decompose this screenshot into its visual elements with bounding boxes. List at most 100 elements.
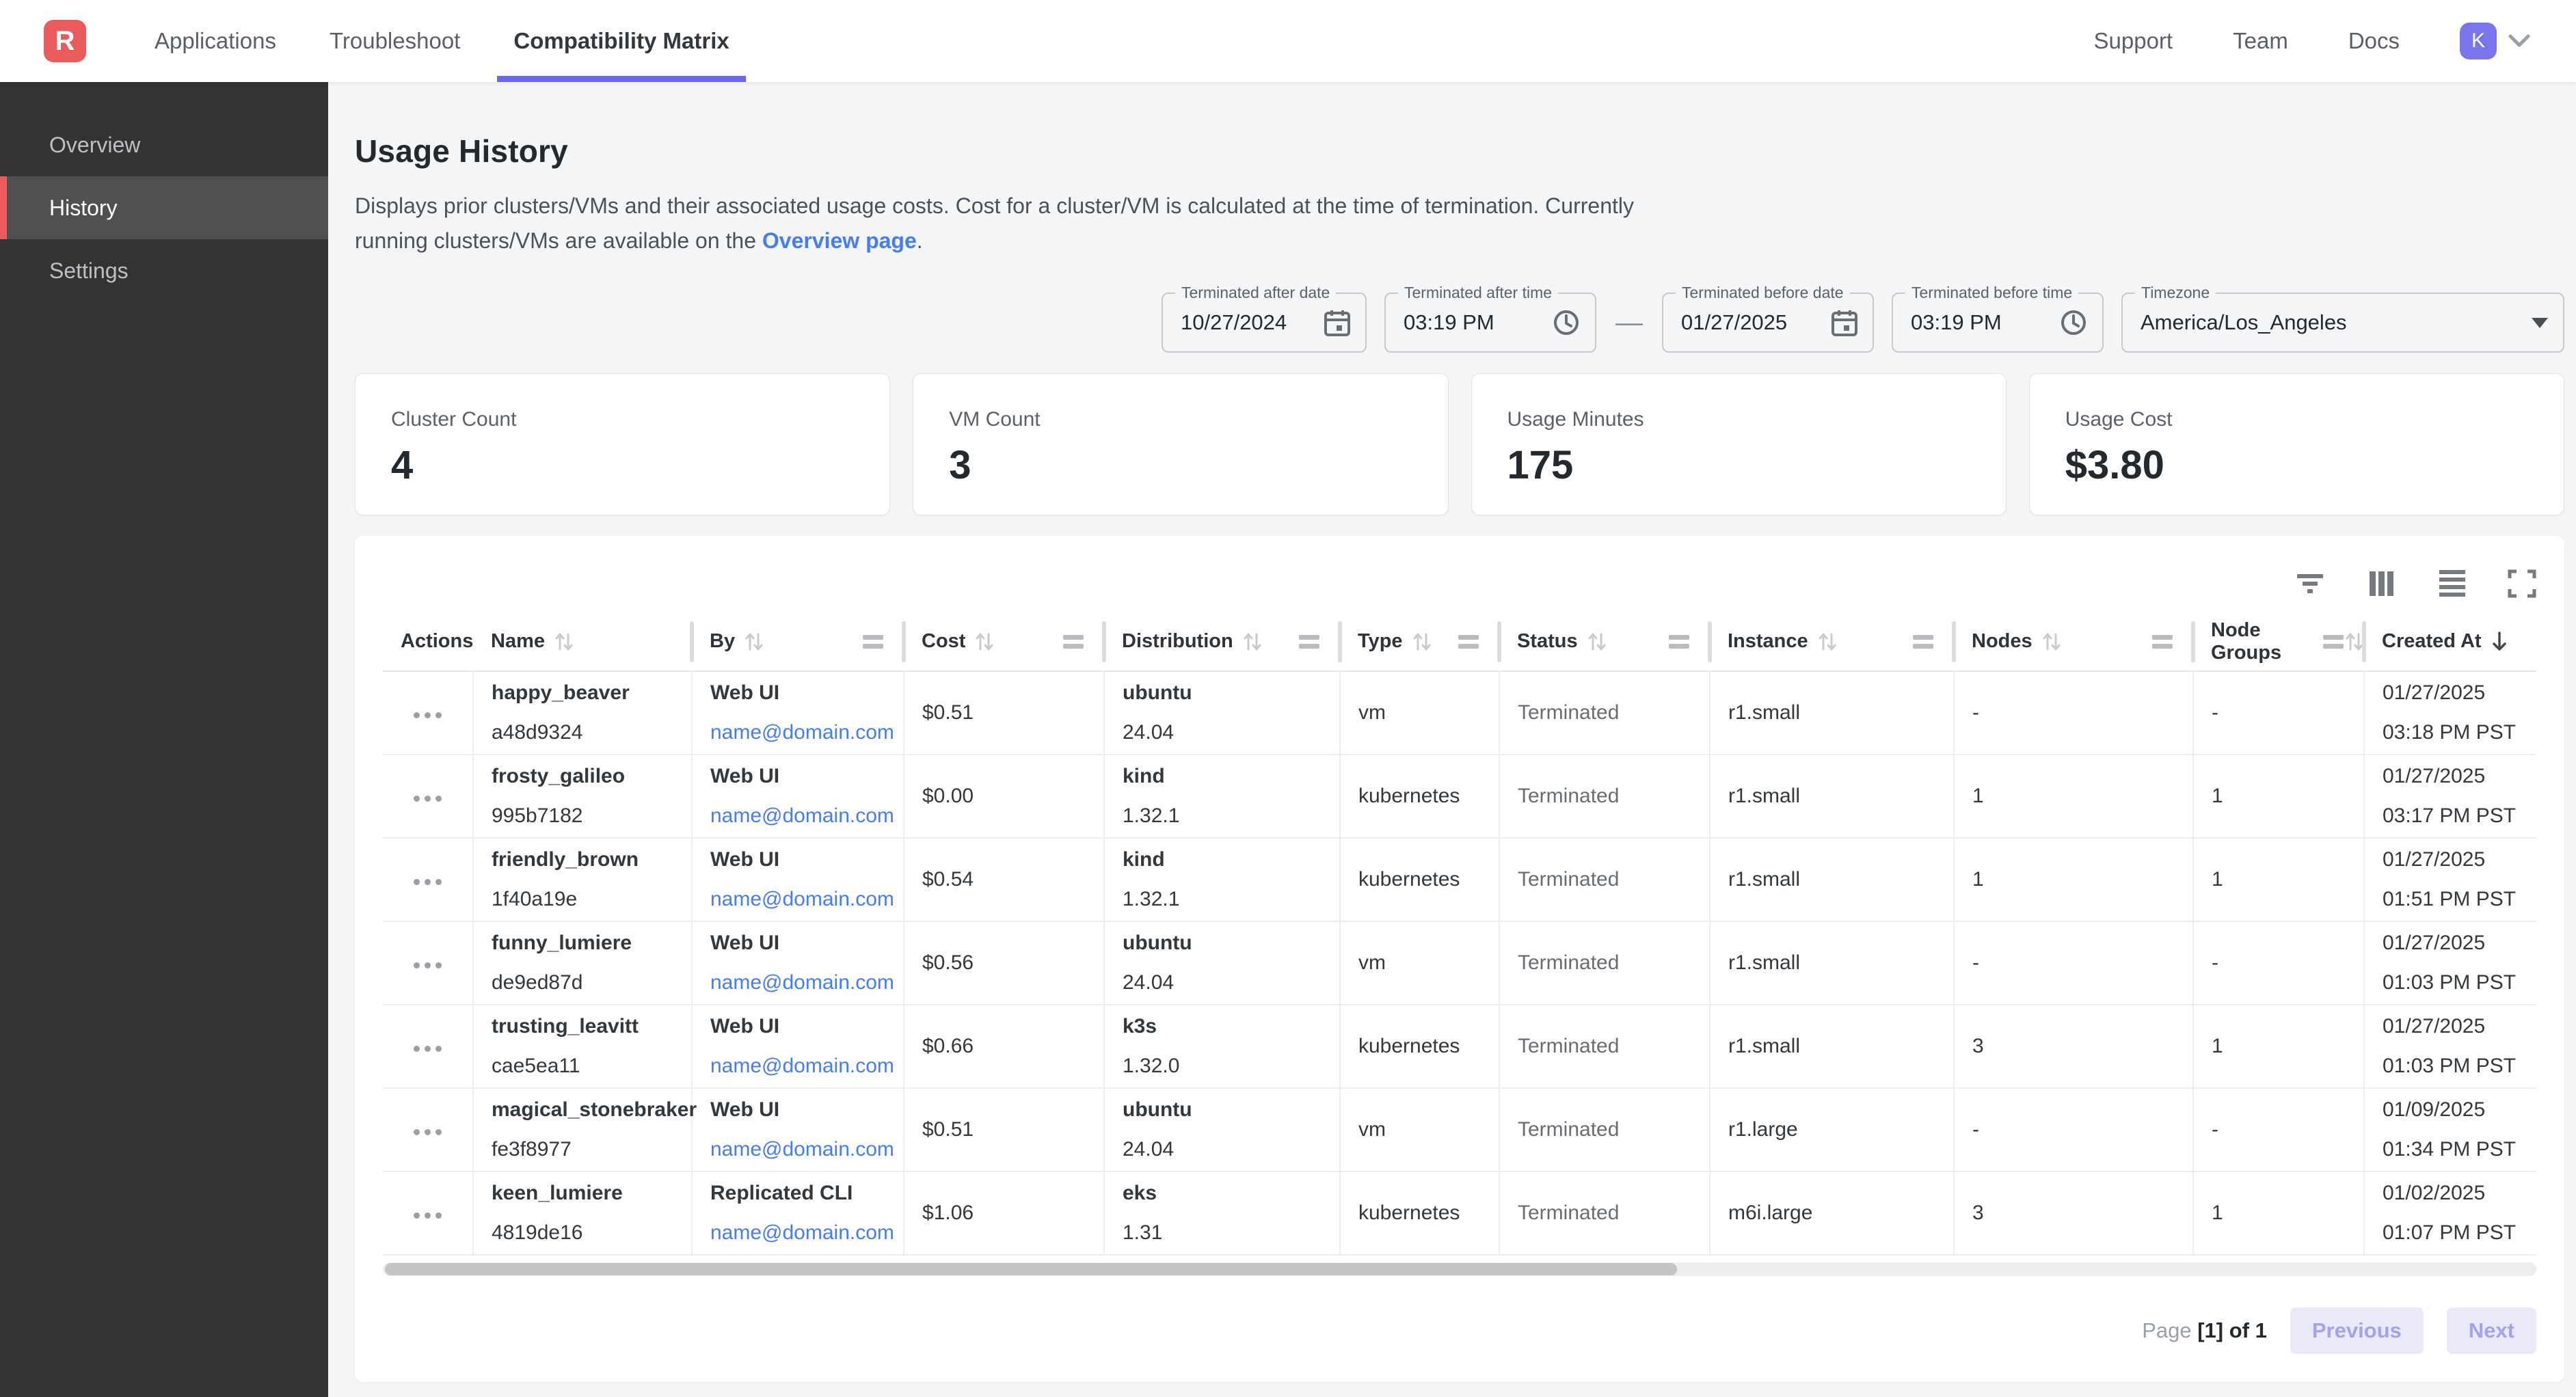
stat-card-cluster-count: Cluster Count 4 (355, 373, 890, 515)
instance: r1.small (1728, 785, 1800, 807)
name-primary: magical_stonebraker (492, 1096, 691, 1124)
email-link[interactable]: name@domain.com (710, 888, 894, 910)
column-menu-icon[interactable] (1913, 631, 1933, 653)
next-page-button[interactable]: Next (2447, 1307, 2536, 1354)
sidebar-item-history[interactable]: History (0, 176, 328, 239)
cost: $1.06 (922, 1202, 974, 1224)
distribution-cell: ubuntu24.04 (1104, 921, 1340, 1005)
node-groups: - (2212, 1118, 2218, 1141)
dist-secondary: 1.32.1 (1123, 802, 1339, 830)
column-menu-icon[interactable] (1299, 631, 1319, 653)
row-actions-button[interactable] (407, 1206, 448, 1225)
nodes-cell: - (1954, 671, 2193, 755)
column-menu-icon[interactable] (863, 631, 883, 653)
email-link[interactable]: name@domain.com (710, 1221, 894, 1244)
nodes: - (1972, 1118, 1979, 1141)
column-header-type[interactable]: Type (1340, 612, 1499, 671)
dropdown-arrow-icon[interactable] (2514, 318, 2548, 328)
column-menu-icon[interactable] (1063, 631, 1084, 653)
column-header-created-at[interactable]: Created At (2364, 612, 2536, 671)
terminated-after-date-label: Terminated after date (1175, 284, 1336, 302)
nav-link-docs[interactable]: Docs (2348, 28, 2400, 54)
column-header-nodes[interactable]: Nodes (1954, 612, 2193, 671)
status-cell: Terminated (1499, 921, 1710, 1005)
fullscreen-icon[interactable] (2508, 569, 2536, 598)
email-link[interactable]: name@domain.com (710, 721, 894, 744)
by-cell: Web UIname@domain.com (692, 1005, 904, 1088)
created-date: 01/02/2025 (2383, 1180, 2536, 1207)
node-groups: 1 (2212, 785, 2223, 807)
timezone-value: America/Los_Angeles (2141, 310, 2347, 335)
terminated-after-time-field[interactable]: Terminated after time 03:19 PM (1384, 293, 1596, 353)
column-menu-icon[interactable] (1458, 631, 1479, 653)
tab-applications[interactable]: Applications (138, 0, 293, 82)
created-date: 01/27/2025 (2383, 846, 2536, 873)
nav-link-team[interactable]: Team (2233, 28, 2288, 54)
column-header-status[interactable]: Status (1499, 612, 1710, 671)
row-actions-button[interactable] (407, 1039, 448, 1059)
created-date: 01/27/2025 (2383, 1013, 2536, 1040)
nav-link-support[interactable]: Support (2094, 28, 2173, 54)
chevron-down-icon[interactable] (2508, 33, 2531, 49)
column-header-name[interactable]: Name (473, 612, 692, 671)
dist-secondary: 1.32.0 (1123, 1053, 1339, 1080)
nav-tabs: Applications Troubleshoot Compatibility … (138, 0, 766, 82)
row-actions-button[interactable] (407, 705, 448, 725)
dist-secondary: 24.04 (1123, 1136, 1339, 1163)
email-link[interactable]: name@domain.com (710, 971, 894, 994)
scrollbar-thumb[interactable] (385, 1263, 1677, 1275)
calendar-icon[interactable] (1814, 309, 1857, 336)
user-avatar[interactable]: K (2460, 23, 2497, 59)
column-header-instance[interactable]: Instance (1710, 612, 1954, 671)
row-actions-button[interactable] (407, 1122, 448, 1142)
tab-compatibility-matrix[interactable]: Compatibility Matrix (497, 0, 745, 82)
clock-icon[interactable] (2042, 309, 2087, 336)
column-menu-icon[interactable] (1669, 631, 1689, 653)
status-badge: Terminated (1518, 951, 1619, 974)
sidebar-item-settings[interactable]: Settings (0, 239, 328, 302)
row-actions-button[interactable] (407, 872, 448, 892)
by-cell: Web UIname@domain.com (692, 671, 904, 755)
email-link[interactable]: name@domain.com (710, 1055, 894, 1077)
node-groups-cell: 1 (2193, 1171, 2364, 1255)
column-menu-icon[interactable] (2323, 631, 2344, 653)
cost: $0.54 (922, 868, 974, 891)
clock-icon[interactable] (1535, 309, 1580, 336)
status-cell: Terminated (1499, 838, 1710, 921)
column-header-cost[interactable]: Cost (904, 612, 1104, 671)
instance-cell: r1.large (1710, 1088, 1954, 1171)
sidebar-item-overview[interactable]: Overview (0, 113, 328, 176)
overview-page-link[interactable]: Overview page (762, 228, 917, 253)
tab-troubleshoot[interactable]: Troubleshoot (313, 0, 477, 82)
nodes: 1 (1972, 785, 1984, 807)
type: vm (1358, 1118, 1386, 1141)
terminated-before-time-field[interactable]: Terminated before time 03:19 PM (1892, 293, 2104, 353)
density-icon[interactable] (2437, 569, 2468, 599)
email-link[interactable]: name@domain.com (710, 804, 894, 827)
status-badge: Terminated (1518, 785, 1619, 807)
column-header-by[interactable]: By (692, 612, 904, 671)
timezone-select[interactable]: Timezone America/Los_Angeles (2121, 293, 2564, 353)
node-groups-cell: 1 (2193, 755, 2364, 838)
columns-icon[interactable] (2365, 570, 2397, 597)
usage-history-table: Actions Name By Cost Distribution Type S… (383, 612, 2536, 1256)
email-link[interactable]: name@domain.com (710, 1138, 894, 1161)
column-header-node-groups[interactable]: Node Groups (2193, 612, 2364, 671)
terminated-before-date-field[interactable]: Terminated before date 01/27/2025 (1662, 293, 1874, 353)
pagination: Page [1] of 1 Previous Next (383, 1307, 2536, 1354)
row-actions-button[interactable] (407, 789, 448, 809)
name-primary: friendly_brown (492, 846, 691, 873)
filter-icon[interactable] (2294, 570, 2326, 597)
previous-page-button[interactable]: Previous (2290, 1307, 2424, 1354)
replicated-logo[interactable]: R (44, 20, 86, 62)
calendar-icon[interactable] (1306, 309, 1350, 336)
terminated-after-date-field[interactable]: Terminated after date 10/27/2024 (1162, 293, 1367, 353)
created-at-cell: 01/27/202501:03 PM PST (2364, 1005, 2536, 1088)
column-menu-icon[interactable] (2152, 631, 2173, 653)
row-actions-button[interactable] (407, 955, 448, 975)
dist-secondary: 24.04 (1123, 969, 1339, 996)
nodes-cell: 3 (1954, 1171, 2193, 1255)
status-badge: Terminated (1518, 1202, 1619, 1224)
column-header-distribution[interactable]: Distribution (1104, 612, 1340, 671)
horizontal-scrollbar[interactable] (383, 1262, 2536, 1276)
